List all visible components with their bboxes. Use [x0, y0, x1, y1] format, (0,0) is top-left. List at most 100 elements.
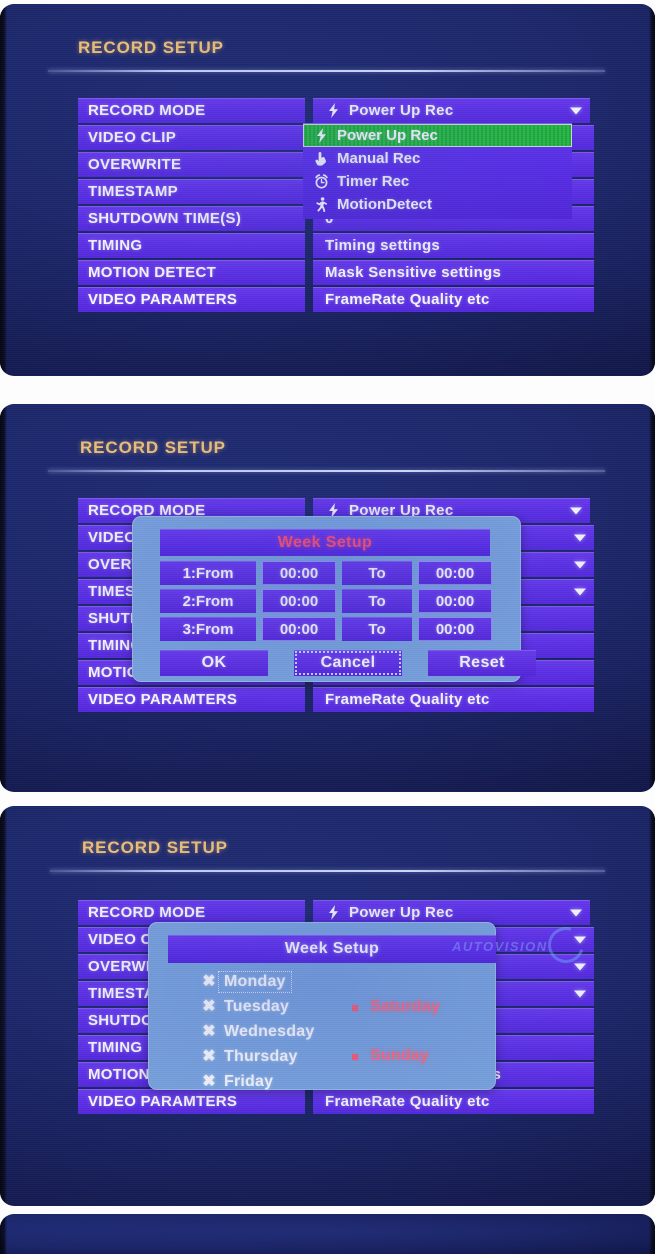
chevron-down-icon[interactable]	[570, 107, 582, 114]
square-mark-icon: ■	[351, 999, 359, 1015]
weekday-label-tuesday: Tuesday	[224, 998, 290, 1015]
weekday-label-monday: Monday	[218, 971, 292, 993]
weekday-label-thursday: Thursday	[224, 1048, 298, 1065]
chevron-down-icon[interactable]	[574, 588, 586, 595]
range-2-to-label: To	[342, 589, 412, 613]
square-mark-icon: ■	[351, 1048, 359, 1064]
ok-button[interactable]: OK	[160, 650, 268, 676]
dialog-title: Week Setup	[168, 935, 496, 963]
table-row: RECORD MODE Power Up Rec	[78, 98, 594, 123]
week-setup-days-dialog[interactable]: Week Setup ✖ Monday ✖ Tuesday ✖ Wednesda…	[148, 922, 496, 1090]
menu-label-record-mode: RECORD MODE	[78, 98, 305, 123]
dropdown-option-power-up-rec[interactable]: Power Up Rec	[303, 124, 572, 147]
range-2-to-value[interactable]: 00:00	[418, 589, 492, 613]
chevron-down-icon[interactable]	[574, 963, 586, 970]
chevron-down-icon[interactable]	[570, 507, 582, 514]
range-2-from-value[interactable]: 00:00	[262, 589, 336, 613]
menu-value-video-parameters[interactable]: FrameRate Quality etc	[313, 1089, 594, 1114]
title-divider	[48, 70, 605, 72]
menu-label-overwrite: OVERWRITE	[78, 152, 305, 177]
week-setup-time-dialog[interactable]: Week Setup 1:From 00:00 To 00:00 2:From …	[132, 516, 536, 682]
list-item[interactable]: ■ Saturday	[344, 995, 444, 1019]
menu-value-text: FrameRate Quality etc	[325, 1093, 490, 1110]
menu-value-text: FrameRate Quality etc	[325, 291, 490, 308]
panel-right-bezel	[649, 1214, 655, 1254]
range-3-from-value[interactable]: 00:00	[262, 617, 336, 641]
table-row: VIDEO PARAMTERS FrameRate Quality etc	[78, 287, 594, 312]
record-mode-dropdown[interactable]: Power Up Rec Manual Rec Timer Rec Motion…	[303, 123, 572, 219]
menu-value-motion-detect[interactable]: Mask Sensitive settings	[313, 260, 594, 285]
dropdown-option-label: MotionDetect	[337, 196, 432, 213]
chevron-down-icon[interactable]	[574, 990, 586, 997]
panel-left-bezel	[0, 404, 7, 792]
menu-value-text: Timing settings	[325, 237, 441, 254]
dialog-title: Week Setup	[160, 529, 490, 556]
panel-right-bezel	[649, 404, 655, 792]
menu-value-text: Power Up Rec	[349, 102, 454, 119]
time-range-row: 2:From 00:00 To 00:00	[160, 589, 492, 613]
table-row: MOTION DETECT Mask Sensitive settings	[78, 260, 594, 285]
dropdown-option-motion-detect[interactable]: MotionDetect	[303, 193, 572, 216]
check-mark-icon: ✖	[202, 998, 216, 1015]
time-range-row: 1:From 00:00 To 00:00	[160, 561, 492, 585]
table-row: VIDEO PARAMTERS FrameRate Quality etc	[78, 687, 594, 712]
menu-value-timing[interactable]: Timing settings	[313, 233, 594, 258]
list-item[interactable]: ✖ Monday	[198, 970, 318, 994]
page-title: RECORD SETUP	[80, 438, 226, 457]
range-1-from-label: 1:From	[160, 561, 256, 585]
monitor-panel-3: RECORD SETUP RECORD MODE Power Up Rec VI…	[0, 806, 655, 1206]
check-mark-icon: ✖	[202, 973, 216, 990]
menu-label-timestamp: TIMESTAMP	[78, 179, 305, 204]
menu-value-record-mode[interactable]: Power Up Rec	[313, 98, 590, 123]
monitor-panel-1: RECORD SETUP RECORD MODE Power Up Rec VI…	[0, 4, 655, 376]
list-item[interactable]: ✖ Friday	[198, 1070, 318, 1094]
alarm-clock-icon	[309, 174, 333, 189]
weekday-label-saturday: Saturday	[370, 998, 441, 1015]
menu-value-text: Power Up Rec	[349, 904, 454, 921]
list-item[interactable]: ✖ Wednesday	[198, 1020, 318, 1044]
title-divider	[50, 870, 605, 872]
menu-value-text: FrameRate Quality etc	[325, 691, 490, 708]
menu-value-video-parameters[interactable]: FrameRate Quality etc	[313, 687, 594, 712]
dropdown-option-manual-rec[interactable]: Manual Rec	[303, 147, 572, 170]
menu-value-text: Mask Sensitive settings	[325, 264, 502, 281]
weekday-column: ✖ Monday ✖ Tuesday ✖ Wednesday ✖ Thursda…	[198, 970, 318, 1095]
panel-left-bezel	[0, 806, 7, 1206]
table-row: TIMING Timing settings	[78, 233, 594, 258]
chevron-down-icon[interactable]	[574, 936, 586, 943]
running-person-icon	[309, 197, 333, 212]
dropdown-option-label: Power Up Rec	[337, 127, 438, 144]
table-row: VIDEO PARAMTERS FrameRate Quality etc	[78, 1089, 594, 1114]
check-mark-icon: ✖	[202, 1023, 216, 1040]
monitor-panel-4-cropped	[0, 1214, 655, 1254]
bolt-icon	[321, 905, 345, 920]
list-item[interactable]: ■ Sunday	[344, 1044, 444, 1068]
reset-button[interactable]: Reset	[428, 650, 536, 676]
bolt-icon	[321, 103, 345, 118]
button-spacer	[402, 650, 428, 676]
dropdown-option-timer-rec[interactable]: Timer Rec	[303, 170, 572, 193]
panel-right-bezel	[649, 806, 655, 1206]
screenshot-stage: RECORD SETUP RECORD MODE Power Up Rec VI…	[0, 0, 655, 1254]
range-1-to-value[interactable]: 00:00	[418, 561, 492, 585]
panel-left-bezel	[0, 4, 7, 376]
bolt-icon	[309, 128, 333, 143]
list-item[interactable]: ✖ Thursday	[198, 1045, 318, 1069]
range-1-from-value[interactable]: 00:00	[262, 561, 336, 585]
list-item[interactable]: ✖ Tuesday	[198, 995, 318, 1019]
chevron-down-icon[interactable]	[574, 534, 586, 541]
chevron-down-icon[interactable]	[570, 909, 582, 916]
range-3-to-value[interactable]: 00:00	[418, 617, 492, 641]
title-divider	[48, 470, 605, 472]
chevron-down-icon[interactable]	[574, 561, 586, 568]
time-range-row: 3:From 00:00 To 00:00	[160, 617, 492, 641]
menu-label-video-clip: VIDEO CLIP	[78, 125, 305, 150]
cancel-button[interactable]: Cancel	[294, 650, 402, 676]
menu-label-video-parameters: VIDEO PARAMTERS	[78, 687, 305, 712]
hand-pointer-icon	[309, 151, 333, 166]
range-2-from-label: 2:From	[160, 589, 256, 613]
menu-value-video-parameters[interactable]: FrameRate Quality etc	[313, 287, 594, 312]
check-mark-icon: ✖	[202, 1073, 216, 1090]
range-1-to-label: To	[342, 561, 412, 585]
check-mark-icon: ✖	[202, 1048, 216, 1065]
